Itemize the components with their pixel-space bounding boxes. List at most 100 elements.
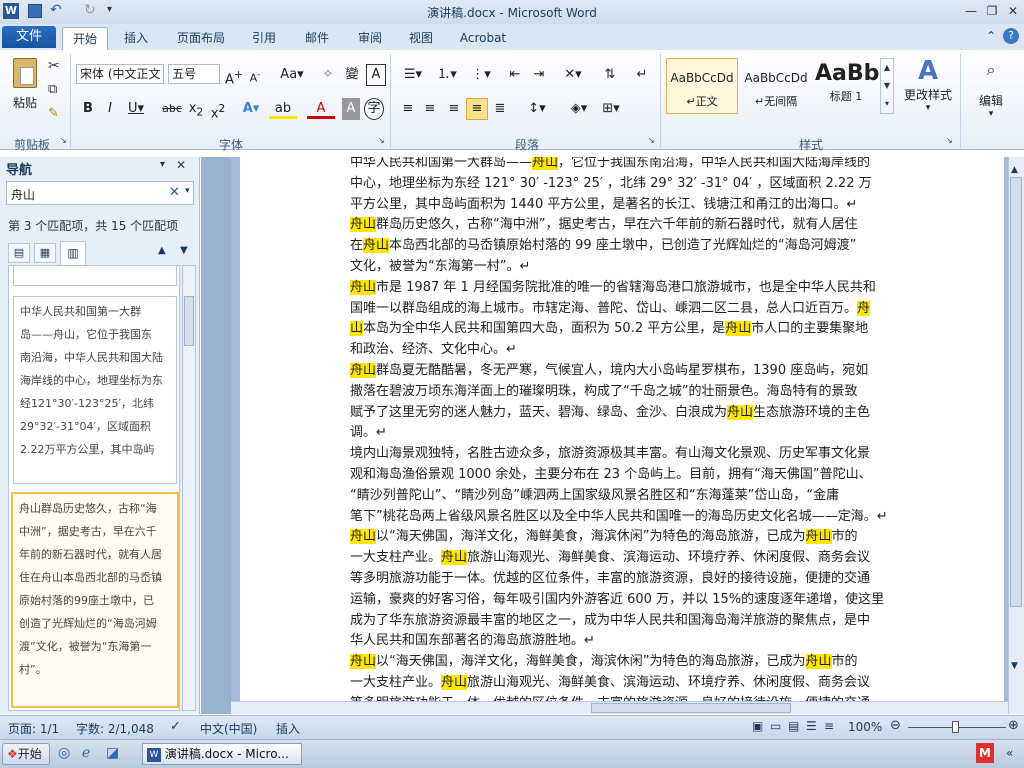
help-icon[interactable]: ? bbox=[1003, 28, 1019, 44]
align-right-button[interactable]: ≡ bbox=[444, 98, 464, 120]
styles-scroll[interactable]: ▲ ▼ ▾ bbox=[880, 58, 894, 114]
document-body[interactable]: 中华人民共和国第一大群岛——舟山，它位于我国东南沿海，中华人民共和国大陆海岸线的… bbox=[350, 157, 906, 701]
document-line[interactable]: 中心，地理坐标为东经 121° 30′ -123° 25′ ，北纬 29° 32… bbox=[350, 174, 906, 195]
font-color-button[interactable]: A bbox=[306, 98, 336, 120]
insert-mode[interactable]: 插入 bbox=[276, 720, 300, 737]
spelling-check-icon[interactable]: ✓ bbox=[170, 719, 181, 734]
character-shading-icon[interactable]: A bbox=[342, 98, 360, 120]
format-painter-icon[interactable]: ✎ bbox=[48, 106, 59, 121]
language-indicator[interactable]: 中文(中国) bbox=[200, 720, 257, 737]
browser-icon[interactable]: ℯ bbox=[82, 745, 90, 761]
sort-button[interactable]: ⇅ bbox=[600, 64, 620, 86]
change-styles-button[interactable]: A 更改样式 ▾ bbox=[898, 56, 958, 113]
document-line[interactable]: 撒落在碧波万顷东海洋面上的璀璨明珠，构成了“千岛之城”的壮丽景色。海岛特有的景致 bbox=[350, 382, 906, 403]
document-line[interactable]: 中华人民共和国第一大群岛——舟山，它位于我国东南沿海，中华人民共和国大陆海岸线的 bbox=[350, 157, 906, 174]
strikethrough-button[interactable]: abc bbox=[160, 98, 184, 120]
view-outline-icon[interactable]: ☰ bbox=[806, 719, 817, 733]
hscroll-thumb[interactable] bbox=[591, 703, 791, 713]
bullets-button[interactable]: ☰▾ bbox=[398, 64, 428, 86]
document-line[interactable]: 笔下”桃花岛两上省级风景名胜区以及全中华人民共和国唯一的海岛历史文化名城——定海… bbox=[350, 507, 906, 528]
styles-dialog-launcher-icon[interactable]: ↘ bbox=[946, 136, 953, 145]
grow-font-button[interactable]: A+ bbox=[224, 64, 244, 87]
document-page[interactable]: 中华人民共和国第一大群岛——舟山，它位于我国东南沿海，中华人民共和国大陆海岸线的… bbox=[240, 157, 1004, 701]
increase-indent-button[interactable]: ⇥ bbox=[528, 64, 550, 86]
tab-references[interactable]: 引用 bbox=[244, 27, 284, 50]
search-result-item-selected[interactable]: 舟山群岛历史悠久，古称“海 中洲”，据史考古，早在六千 年前的新石器时代，就有人… bbox=[11, 492, 179, 708]
document-line[interactable]: 境内山海景观独特，名胜古迹众多，旅游资源极其丰富。有山海文化景观、历史军事文化景 bbox=[350, 444, 906, 465]
document-line[interactable]: 山本岛为全中华人民共和国第四大岛，面积为 50.2 平方公里，是舟山市人口的主要… bbox=[350, 319, 906, 340]
horizontal-scrollbar[interactable] bbox=[231, 701, 1008, 714]
highlight-color-button[interactable]: ab bbox=[268, 98, 298, 120]
tab-review[interactable]: 审阅 bbox=[350, 27, 390, 50]
shrink-font-button[interactable]: A- bbox=[246, 64, 264, 86]
search-result-item[interactable]: 中华人民共和国第一大群 岛——舟山，它位于我国东 南沿海，中华人民共和国大陆 海… bbox=[13, 296, 177, 484]
view-draft-icon[interactable]: ≡ bbox=[824, 719, 834, 733]
nav-tab-results[interactable]: ▥ bbox=[60, 241, 86, 265]
taskbar-word-window[interactable]: W 演讲稿.docx - Micro... bbox=[142, 743, 302, 765]
start-button[interactable]: ❖开始 bbox=[2, 743, 50, 765]
paragraph-dialog-launcher-icon[interactable]: ↘ bbox=[648, 136, 655, 145]
zoom-level[interactable]: 100% bbox=[848, 720, 882, 734]
nav-search-input[interactable]: 舟山 bbox=[11, 186, 35, 203]
character-border-icon[interactable]: A bbox=[366, 64, 386, 86]
tab-view[interactable]: 视图 bbox=[400, 27, 442, 50]
bold-button[interactable]: B bbox=[78, 98, 98, 120]
distributed-button[interactable]: ≣ bbox=[490, 98, 510, 120]
nav-options-icon[interactable]: ▾ bbox=[160, 159, 165, 170]
subscript-button[interactable]: x2 bbox=[186, 98, 206, 120]
clear-formatting-icon[interactable]: ✧ bbox=[318, 64, 338, 86]
document-line[interactable]: 调。↵ bbox=[350, 423, 906, 444]
view-web-icon[interactable]: ▤ bbox=[788, 719, 799, 733]
enclose-characters-icon[interactable]: 字 bbox=[364, 98, 384, 120]
zoom-in-icon[interactable]: ⊕ bbox=[1008, 718, 1019, 733]
tray-arrow-icon[interactable]: « bbox=[1006, 746, 1013, 760]
clear-search-icon[interactable]: ✕ bbox=[169, 185, 180, 200]
minimize-ribbon-icon[interactable]: ⌃ bbox=[986, 29, 996, 43]
nav-tab-pages[interactable]: ▦ bbox=[34, 243, 56, 263]
close-button[interactable]: ✕ bbox=[1004, 3, 1022, 19]
tab-mailings[interactable]: 邮件 bbox=[296, 27, 338, 50]
text-effects-button[interactable]: A▾ bbox=[238, 98, 264, 120]
paste-button[interactable]: 粘贴 bbox=[8, 56, 42, 112]
document-line[interactable]: 舟山群岛历史悠久，古称“海中洲”，据史考古，早在六千年前的新石器时代，就有人居住 bbox=[350, 215, 906, 236]
document-line[interactable]: 文化，被誉为“东海第一村”。↵ bbox=[350, 257, 906, 278]
minimize-button[interactable]: — bbox=[962, 3, 980, 19]
tray-mail-icon[interactable]: M bbox=[976, 743, 994, 763]
document-line[interactable]: 华人民共和国东部著名的海岛旅游胜地。↵ bbox=[350, 631, 906, 652]
numbering-button[interactable]: ⒈▾ bbox=[432, 64, 462, 86]
font-name-dropdown[interactable]: 宋体 (中文正文 bbox=[76, 64, 164, 84]
document-line[interactable]: 等多明旅游功能于一体。优越的区位条件，丰富的旅游资源，良好的接待设施，便捷的交通 bbox=[350, 569, 906, 590]
italic-button[interactable]: I bbox=[100, 98, 120, 120]
document-line[interactable]: 国唯一以群岛组成的海上城市。市辖定海、普陀、岱山、嵊泗二区二县，总人口近百万。舟 bbox=[350, 299, 906, 320]
align-center-button[interactable]: ≡ bbox=[420, 98, 440, 120]
document-line[interactable]: 舟山以“海天佛国，海洋文化，海鲜美食，海滨休闲”为特色的海岛旅游，已成为舟山市的 bbox=[350, 527, 906, 548]
scroll-thumb[interactable] bbox=[1010, 177, 1022, 607]
previous-result-icon[interactable]: ▲ bbox=[158, 245, 166, 256]
copy-icon[interactable]: ⧉ bbox=[48, 82, 57, 97]
document-line[interactable]: 舟山市是 1987 年 1 月经国务院批准的唯一的省辖海岛港口旅游城市，也是全中… bbox=[350, 278, 906, 299]
document-line[interactable]: 运输，豪爽的好客习俗，每年吸引国内外游客近 600 万，并以 15%的速度逐年递… bbox=[350, 590, 906, 611]
tab-home[interactable]: 开始 bbox=[62, 27, 108, 50]
borders-button[interactable]: ⊞▾ bbox=[598, 98, 624, 120]
document-line[interactable]: 等多明旅游功能于一体。优越的区位条件，丰富的旅游资源，良好的接待设施，便捷的交通 bbox=[350, 694, 906, 701]
media-icon[interactable]: ◪ bbox=[106, 745, 119, 761]
document-line[interactable]: 和政治、经济、文化中心。↵ bbox=[350, 340, 906, 361]
nav-tab-headings[interactable]: ▤ bbox=[8, 243, 30, 263]
document-line[interactable]: 成为了华东旅游资源最丰富的地区之一，成为中华人民共和国海岛海洋旅游的聚焦点，是中 bbox=[350, 611, 906, 632]
editing-button[interactable]: ⌕ 编辑 ▾ bbox=[966, 56, 1016, 119]
shading-button[interactable]: ◈▾ bbox=[566, 98, 592, 120]
search-options-icon[interactable]: ▾ bbox=[185, 186, 190, 196]
change-case-button[interactable]: Aa▾ bbox=[278, 64, 306, 86]
document-line[interactable]: 一大支柱产业。舟山旅游山海观光、海鲜美食、滨海运动、环境疗养、休闲度假、商务会议 bbox=[350, 673, 906, 694]
document-line[interactable]: 赋予了这里无穷的迷人魅力，蓝天、碧海、绿岛、金沙、白浪成为舟山生态旅游环境的主色 bbox=[350, 403, 906, 424]
page-count[interactable]: 页面: 1/1 bbox=[8, 720, 59, 737]
document-line[interactable]: 舟山以“海天佛国，海洋文化，海鲜美食，海滨休闲”为特色的海岛旅游，已成为舟山市的 bbox=[350, 652, 906, 673]
style-normal[interactable]: AaBbCcDd ↵正文 bbox=[666, 58, 738, 114]
document-line[interactable]: 舟山群岛夏无酷酷暑，冬无严寒，气候宜人，境内大小岛屿星罗棋布，1390 座岛屿，… bbox=[350, 361, 906, 382]
chinese-layout-button[interactable]: ✕▾ bbox=[560, 64, 586, 86]
style-no-spacing[interactable]: AaBbCcDd ↵无间隔 bbox=[740, 58, 812, 114]
results-scrollbar[interactable] bbox=[182, 265, 196, 711]
align-left-button[interactable]: ≡ bbox=[398, 98, 418, 120]
font-size-dropdown[interactable]: 五号 bbox=[168, 64, 220, 84]
word-count[interactable]: 字数: 2/1,048 bbox=[76, 720, 154, 737]
